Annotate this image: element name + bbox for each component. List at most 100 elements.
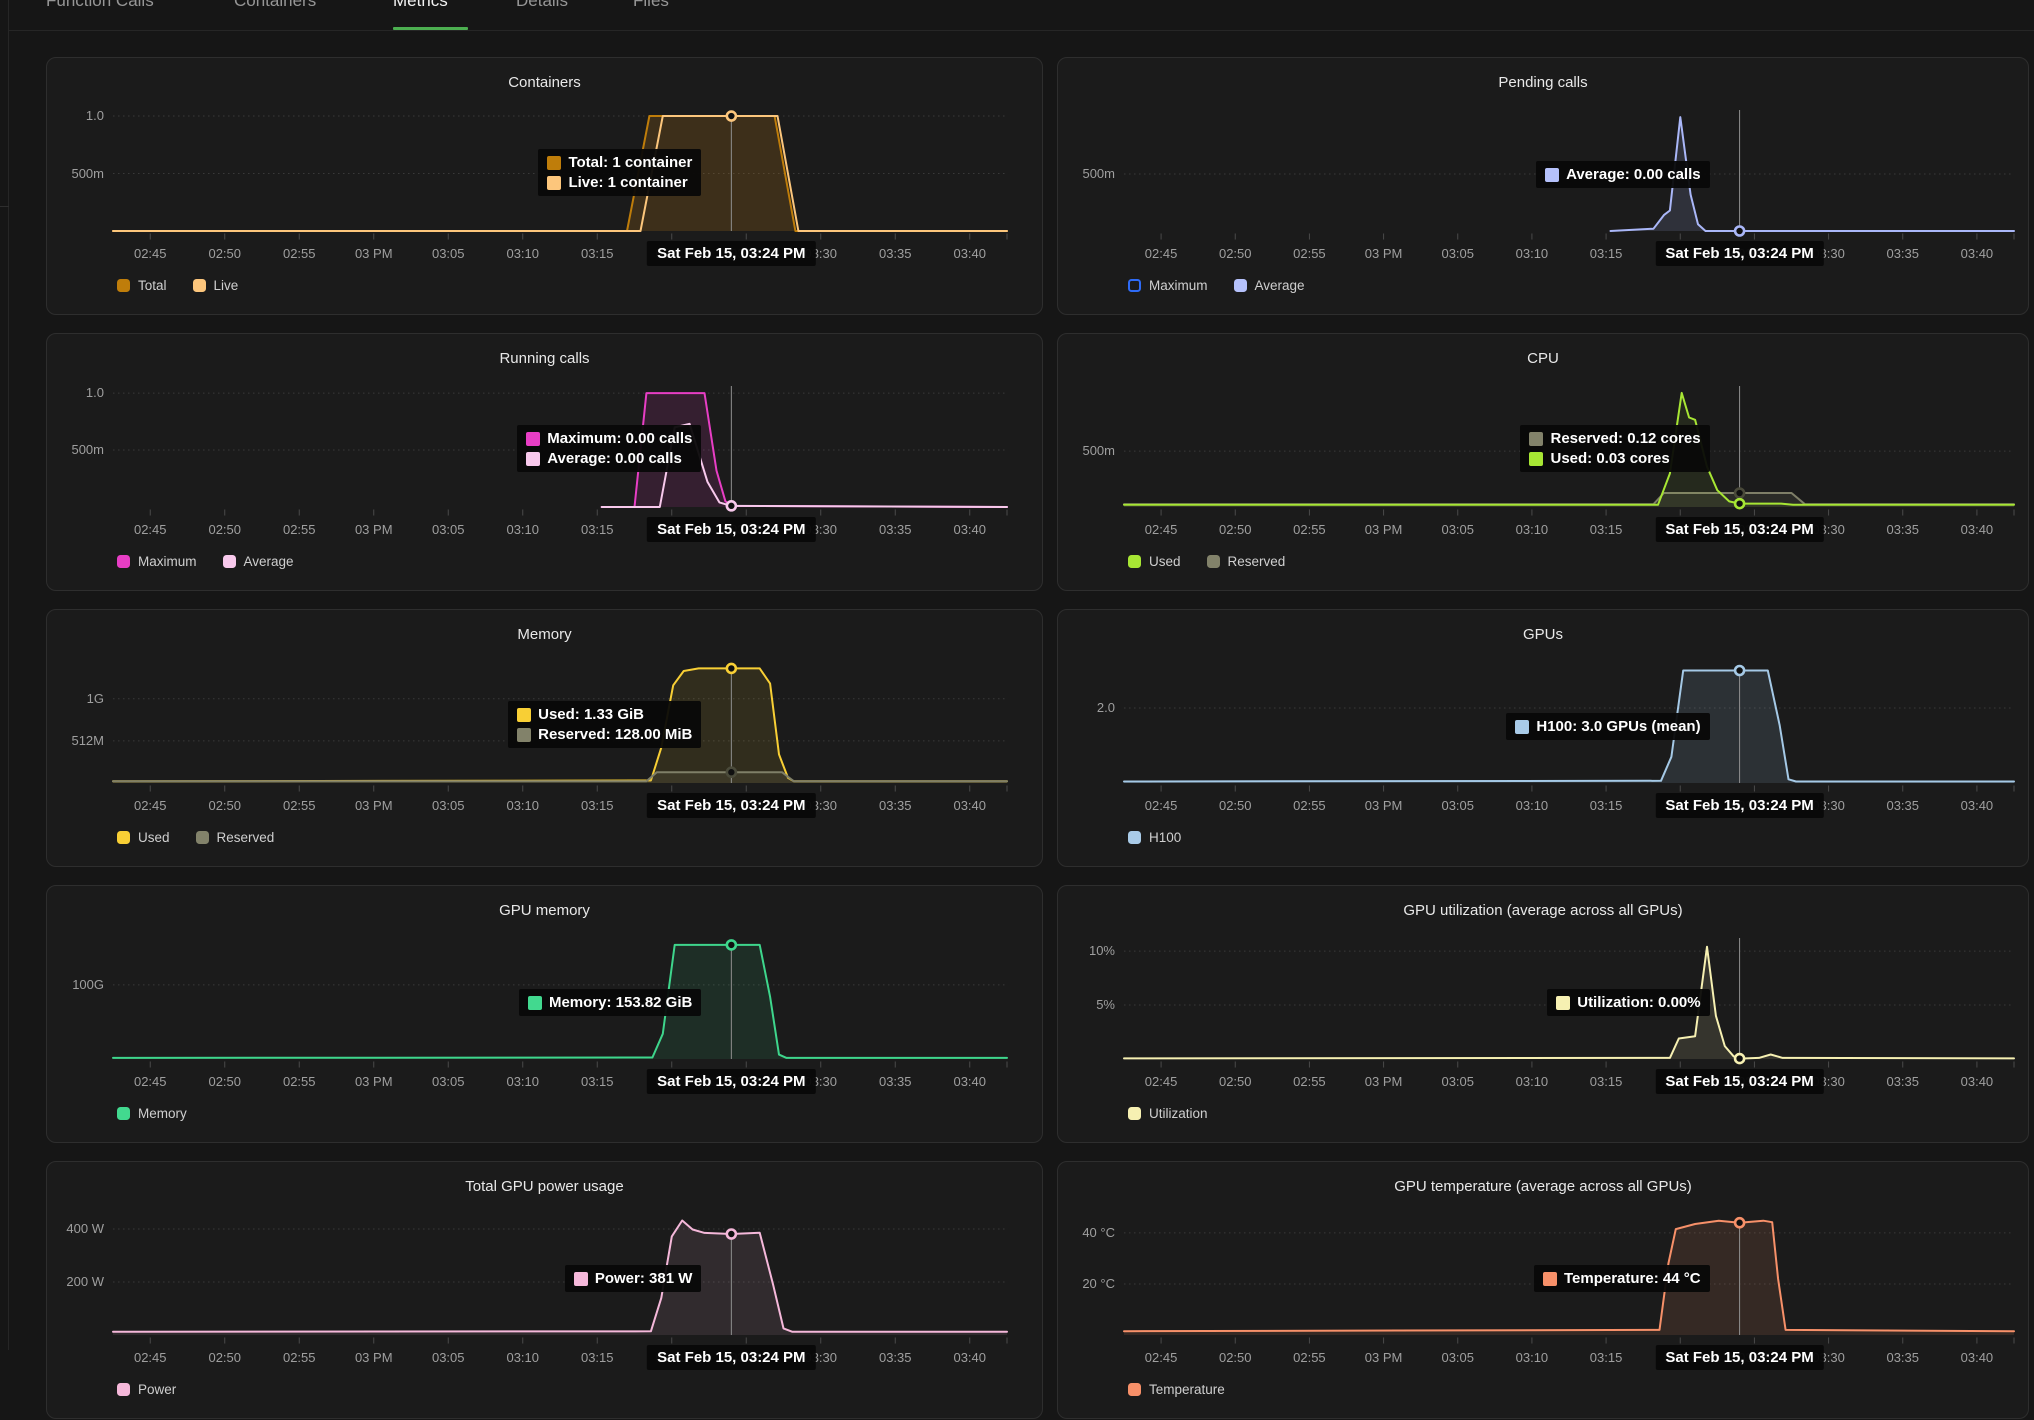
crosshair-date-tooltip: Sat Feb 15, 03:24 PM — [1655, 1345, 1823, 1370]
x-axis-label: 03:15 — [567, 246, 627, 262]
legend-item-memory[interactable]: Memory — [117, 1106, 187, 1121]
x-axis-label: 03:05 — [418, 798, 478, 814]
x-axis-label: 03:10 — [493, 522, 553, 538]
x-axis-label: 03:15 — [1576, 1074, 1636, 1090]
x-axis-label: 03:05 — [1428, 798, 1488, 814]
legend-item-maximum[interactable]: Maximum — [1128, 278, 1208, 293]
legend-swatch-icon — [1207, 555, 1220, 568]
legend-item-reserved[interactable]: Reserved — [1207, 554, 1286, 569]
chart-tooltip-text: Total: 1 container — [568, 154, 692, 171]
chart-tooltip-text: Live: 1 container — [568, 174, 687, 191]
chart-panel-gpu-utilization-average-across-all-gpus: GPU utilization (average across all GPUs… — [1057, 885, 2029, 1143]
y-axis-label: 200 W — [47, 1274, 104, 1290]
x-axis-label: 02:50 — [1205, 1074, 1265, 1090]
y-axis-label: 20 °C — [1058, 1276, 1115, 1292]
legend-swatch-icon — [223, 555, 236, 568]
chart-plot[interactable] — [47, 1162, 1044, 1420]
x-axis-label: 03:15 — [567, 522, 627, 538]
x-axis-label: 03:40 — [1947, 1350, 2007, 1366]
tab-function-calls[interactable]: Function Calls — [46, 0, 154, 11]
chart-panel-cpu: CPU500m02:4502:5002:5503 PM03:0503:1003:… — [1057, 333, 2029, 591]
legend-item-power[interactable]: Power — [117, 1382, 176, 1397]
x-axis-label: 03 PM — [344, 1074, 404, 1090]
chart-tooltip: Total: 1 container Live: 1 container — [538, 149, 701, 196]
legend-item-reserved[interactable]: Reserved — [196, 830, 275, 845]
chart-panel-memory: Memory1G512M02:4502:5002:5503 PM03:0503:… — [46, 609, 1043, 867]
x-axis-label: 02:50 — [1205, 246, 1265, 262]
legend-label: Utilization — [1149, 1106, 1208, 1121]
tab-details[interactable]: Details — [516, 0, 568, 11]
x-axis-label: 03:05 — [418, 1350, 478, 1366]
x-axis-label: 02:50 — [195, 522, 255, 538]
series-swatch-icon — [1529, 432, 1543, 446]
legend-item-average[interactable]: Average — [1234, 278, 1305, 293]
chart-tooltip-row: Temperature: 44 °C — [1543, 1270, 1701, 1287]
chart-tooltip: Memory: 153.82 GiB — [519, 989, 701, 1016]
x-axis-label: 03:10 — [1502, 246, 1562, 262]
x-axis-label: 03:35 — [1873, 522, 1933, 538]
legend-swatch-icon — [196, 831, 209, 844]
chart-tooltip-text: Reserved: 0.12 cores — [1550, 430, 1700, 447]
legend-label: Average — [1255, 278, 1305, 293]
legend-item-utilization[interactable]: Utilization — [1128, 1106, 1208, 1121]
x-axis-label: 03:15 — [1576, 246, 1636, 262]
legend-label: Reserved — [1228, 554, 1286, 569]
chart-panel-gpu-memory: GPU memory100G02:4502:5002:5503 PM03:050… — [46, 885, 1043, 1143]
y-axis-label: 500m — [1058, 166, 1115, 182]
y-axis-label: 10% — [1058, 943, 1115, 959]
x-axis-label: 02:50 — [1205, 522, 1265, 538]
x-axis-label: 03:10 — [1502, 522, 1562, 538]
chart-panel-total-gpu-power-usage: Total GPU power usage400 W200 W02:4502:5… — [46, 1161, 1043, 1419]
series-swatch-icon — [547, 176, 561, 190]
legend-item-live[interactable]: Live — [193, 278, 239, 293]
tab-files[interactable]: Files — [633, 0, 669, 11]
x-axis-label: 03:15 — [567, 1350, 627, 1366]
tab-metrics[interactable]: Metrics — [393, 0, 448, 11]
chart-tooltip-row: Live: 1 container — [547, 174, 692, 191]
x-axis-label: 03 PM — [1354, 1074, 1414, 1090]
x-axis-label: 02:45 — [120, 522, 180, 538]
x-axis-label: 03:35 — [1873, 246, 1933, 262]
series-swatch-icon — [1529, 452, 1543, 466]
x-axis-label: 03:35 — [865, 1074, 925, 1090]
y-axis-label: 40 °C — [1058, 1225, 1115, 1241]
chart-tooltip-row: H100: 3.0 GPUs (mean) — [1515, 718, 1700, 735]
series-swatch-icon — [1556, 996, 1570, 1010]
crosshair-date-tooltip: Sat Feb 15, 03:24 PM — [647, 793, 815, 818]
y-axis-label: 500m — [47, 166, 104, 182]
x-axis-label: 03:40 — [1947, 798, 2007, 814]
tab-containers[interactable]: Containers — [234, 0, 316, 11]
legend-swatch-icon — [117, 1107, 130, 1120]
chart-tooltip-text: Average: 0.00 calls — [1566, 166, 1701, 183]
left-rail-divider — [0, 206, 9, 207]
x-axis-label: 03:05 — [418, 1074, 478, 1090]
series-swatch-icon — [1543, 1272, 1557, 1286]
x-axis-label: 03 PM — [344, 246, 404, 262]
legend-swatch-icon — [117, 279, 130, 292]
x-axis-label: 03:15 — [1576, 1350, 1636, 1366]
crosshair-date-tooltip: Sat Feb 15, 03:24 PM — [1655, 517, 1823, 542]
x-axis-label: 03:05 — [1428, 1350, 1488, 1366]
x-axis-label: 03:15 — [567, 798, 627, 814]
chart-legend: Memory — [117, 1106, 187, 1121]
legend-item-h100[interactable]: H100 — [1128, 830, 1181, 845]
legend-item-maximum[interactable]: Maximum — [117, 554, 197, 569]
x-axis-label: 03:35 — [865, 522, 925, 538]
legend-item-total[interactable]: Total — [117, 278, 167, 293]
series-swatch-icon — [517, 708, 531, 722]
y-axis-label: 2.0 — [1058, 700, 1115, 716]
x-axis-label: 02:55 — [1279, 1074, 1339, 1090]
chart-tooltip-text: Reserved: 128.00 MiB — [538, 726, 692, 743]
legend-item-used[interactable]: Used — [117, 830, 170, 845]
legend-swatch-icon — [1128, 555, 1141, 568]
chart-tooltip-row: Maximum: 0.00 calls — [526, 430, 692, 447]
legend-item-temperature[interactable]: Temperature — [1128, 1382, 1225, 1397]
chart-tooltip: Used: 1.33 GiB Reserved: 128.00 MiB — [508, 701, 701, 748]
chart-tooltip-text: Used: 1.33 GiB — [538, 706, 644, 723]
series-swatch-icon — [1545, 168, 1559, 182]
x-axis-label: 03:40 — [940, 798, 1000, 814]
chart-tooltip: Reserved: 0.12 coresUsed: 0.03 cores — [1520, 425, 1709, 472]
legend-item-average[interactable]: Average — [223, 554, 294, 569]
legend-item-used[interactable]: Used — [1128, 554, 1181, 569]
chart-tooltip-text: Average: 0.00 calls — [547, 450, 682, 467]
